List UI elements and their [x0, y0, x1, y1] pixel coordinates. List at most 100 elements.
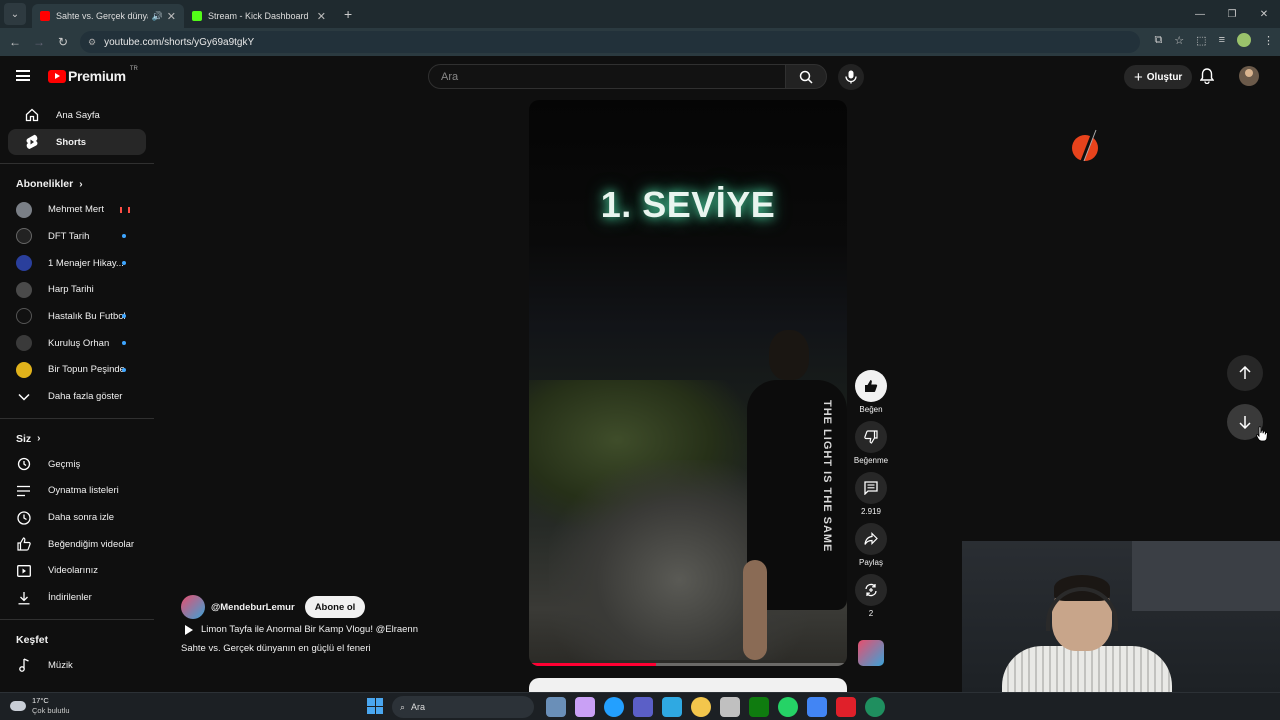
menu-kebab-icon[interactable]: ⋮: [1263, 34, 1274, 47]
sidebar-item-subscription[interactable]: Harp Tarihi: [0, 276, 146, 303]
sidebar-item-home[interactable]: Ana Sayfa: [8, 102, 146, 129]
create-button[interactable]: + Oluştur: [1124, 65, 1193, 89]
playlist-link[interactable]: Limon Tayfa ile Anormal Bir Kamp Vlogu! …: [181, 624, 418, 635]
sidebar-item-watch-later[interactable]: Daha sonra izle: [0, 504, 146, 531]
cast-icon[interactable]: ⧉: [1154, 34, 1162, 47]
you-heading[interactable]: Siz ›: [0, 427, 154, 451]
task-view-icon[interactable]: [546, 697, 566, 717]
youtube-play-icon: [48, 69, 66, 83]
url-field[interactable]: ⚙ youtube.com/shorts/yGy69a9tgkY: [80, 31, 1140, 53]
chrome-icon[interactable]: [807, 697, 827, 717]
restore-icon[interactable]: ❐: [1216, 0, 1248, 28]
minimize-icon[interactable]: —: [1184, 0, 1216, 28]
subscriptions-heading[interactable]: Abonelikler ›: [0, 172, 154, 196]
logo-region: TR: [129, 66, 138, 72]
dislike-action: Beğenme: [852, 421, 890, 465]
search-button[interactable]: [785, 64, 827, 89]
channel-avatar: [16, 201, 32, 218]
play-icon: [185, 624, 193, 635]
teams-icon[interactable]: [633, 697, 653, 717]
sidebar-item-subscription[interactable]: Mehmet Mert: [0, 196, 146, 223]
next-short-preview[interactable]: [529, 678, 847, 692]
weather-widget[interactable]: 17°C Çok bulutlu: [7, 696, 70, 716]
history-icon: [16, 456, 32, 472]
forward-icon[interactable]: →: [27, 35, 51, 49]
sound-thumbnail[interactable]: [858, 640, 884, 666]
menu-hamburger-icon[interactable]: [16, 70, 30, 81]
reading-list-icon[interactable]: ≡: [1219, 34, 1225, 46]
sidebar-item-history[interactable]: Geçmiş: [0, 451, 146, 478]
sidebar-item-liked-videos[interactable]: Beğendiğim videolar: [0, 531, 146, 558]
close-tab-icon[interactable]: ✕: [317, 10, 326, 23]
tab-youtube[interactable]: Sahte vs. Gerçek dünyanın e 🔊 ✕: [32, 4, 184, 28]
sidebar-item-label: Müzik: [48, 659, 73, 671]
share-button[interactable]: [855, 523, 887, 555]
copilot-icon[interactable]: [575, 697, 595, 717]
remix-button[interactable]: [855, 574, 887, 606]
bookmark-star-icon[interactable]: ☆: [1174, 34, 1184, 47]
sidebar-item-your-videos[interactable]: Videolarınız: [0, 558, 146, 585]
sidebar-item-label: Daha fazla göster: [48, 391, 123, 403]
thumbs-up-icon: [865, 380, 878, 392]
search-icon: [799, 70, 813, 84]
app-icon[interactable]: [836, 697, 856, 717]
sidebar-item-subscription[interactable]: DFT Tarih: [0, 223, 146, 250]
back-icon[interactable]: ←: [3, 35, 27, 49]
explore-heading-label: Keşfet: [16, 634, 49, 646]
subscribe-button[interactable]: Abone ol: [304, 596, 366, 618]
show-more-button[interactable]: Daha fazla göster: [0, 383, 146, 410]
close-window-icon[interactable]: ✕: [1248, 0, 1280, 28]
channel-name[interactable]: @MendeburLemur: [211, 602, 295, 613]
notifications-bell-icon[interactable]: [1199, 68, 1215, 89]
sidebar-item-subscription[interactable]: Kuruluş Orhan: [0, 330, 146, 357]
whatsapp-icon[interactable]: [778, 697, 798, 717]
partly-cloudy-icon: [7, 697, 26, 711]
shorts-video-player[interactable]: 1. SEVİYE THE LIGHT IS THE SAME: [529, 100, 847, 666]
download-icon: [16, 590, 32, 606]
like-button[interactable]: [855, 370, 887, 402]
channel-avatar: [16, 308, 32, 325]
dislike-button[interactable]: [855, 421, 887, 453]
video-progress-bar[interactable]: [529, 663, 847, 666]
comments-button[interactable]: [855, 472, 887, 504]
subscriptions-heading-label: Abonelikler: [16, 178, 74, 191]
site-info-icon[interactable]: ⚙: [88, 37, 96, 48]
edge-icon[interactable]: [604, 697, 624, 717]
windows-start-icon[interactable]: [367, 698, 383, 714]
sidebar-item-playlists[interactable]: Oynatma listeleri: [0, 478, 146, 505]
new-tab-icon[interactable]: +: [344, 6, 352, 22]
store-icon[interactable]: [662, 697, 682, 717]
tab-kick[interactable]: Stream - Kick Dashboard ✕: [184, 4, 334, 28]
tab-search-button[interactable]: ⌄: [4, 3, 26, 25]
sidebar-item-music[interactable]: Müzik: [0, 652, 146, 679]
channel-row: @MendeburLemur Abone ol: [181, 595, 366, 619]
youtube-premium-logo[interactable]: Premium TR: [48, 66, 138, 84]
file-explorer-icon[interactable]: [691, 697, 711, 717]
extensions-icon[interactable]: ⬚: [1196, 34, 1206, 47]
voice-search-button[interactable]: [838, 64, 864, 90]
previous-short-button[interactable]: [1227, 355, 1263, 391]
speaker-icon: 🔊: [151, 10, 163, 21]
taskbar-search[interactable]: ⌕ Ara: [392, 696, 534, 718]
sidebar-item-downloads[interactable]: İndirilenler: [0, 584, 146, 611]
reload-icon[interactable]: ↻: [51, 35, 75, 49]
sidebar-item-subscription[interactable]: 1 Menajer Hikay...: [0, 250, 146, 277]
sidebar-item-subscription[interactable]: Hastalık Bu Futbol: [0, 303, 146, 330]
video-overlay-text: 1. SEVİYE: [600, 184, 776, 225]
comments-count: 2.919: [860, 507, 882, 516]
channel-avatar[interactable]: [181, 595, 205, 619]
close-tab-icon[interactable]: ✕: [167, 10, 176, 23]
sidebar-item-subscription[interactable]: Bir Topun Peşinde: [0, 357, 146, 384]
sidebar-item-shorts[interactable]: Shorts: [8, 128, 146, 156]
arrow-down-icon: [1239, 416, 1251, 429]
shorts-actions: Beğen Beğenme 2.919 Paylaş 2: [852, 370, 890, 625]
account-avatar[interactable]: [1239, 66, 1259, 86]
new-content-dot: [122, 341, 126, 346]
share-icon: [864, 532, 878, 545]
profile-icon[interactable]: [1237, 33, 1251, 47]
search-input[interactable]: [441, 70, 785, 83]
chrome-profile-icon[interactable]: [865, 697, 885, 717]
channel-avatar: [16, 255, 32, 272]
settings-icon[interactable]: [720, 697, 740, 717]
xbox-icon[interactable]: [749, 697, 769, 717]
